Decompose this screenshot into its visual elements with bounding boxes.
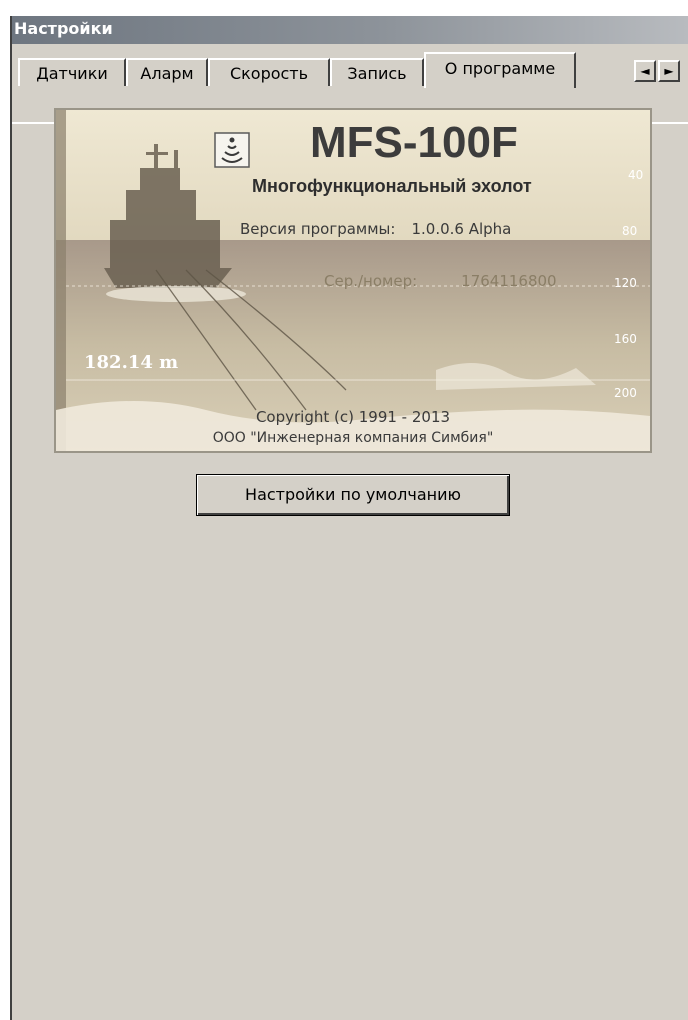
tab-recording[interactable]: Запись (330, 58, 424, 86)
depth-scale-tick: 120 (614, 276, 637, 290)
version-label: Версия программы: (240, 220, 396, 238)
about-splash-image: MFS-100F Многофункциональный эхолот Верс… (54, 108, 652, 453)
depth-scale-tick: 200 (614, 386, 637, 400)
settings-window: Настройки Датчики Аларм Скорость Запись … (10, 16, 688, 1020)
title-bar[interactable]: Настройки (12, 16, 688, 44)
serial-row: Сер./номер: 1764116800 (324, 272, 557, 290)
tab-scroll-left-button[interactable]: ◄ (634, 60, 656, 82)
depth-reading: 182.14 m (84, 352, 179, 373)
tab-speed[interactable]: Скорость (208, 58, 330, 86)
app-name: MFS-100F (310, 118, 518, 167)
window-title: Настройки (14, 19, 113, 38)
tab-scroll-right-button[interactable]: ► (658, 60, 680, 82)
company-name: ООО "Инженерная компания Симбия" (212, 430, 494, 446)
depth-scale-tick: 40 (628, 168, 644, 182)
depth-scale-tick: 160 (614, 332, 637, 346)
version-value: 1.0.0.6 Alpha (411, 220, 512, 238)
echo-sounder-icon (214, 132, 250, 168)
arrow-right-icon: ► (664, 64, 674, 78)
tab-strip: Датчики Аларм Скорость Запись О программ… (12, 52, 688, 124)
serial-value: 1764116800 (461, 272, 557, 290)
serial-label: Сер./номер: (324, 272, 418, 290)
tab-sensors[interactable]: Датчики (18, 58, 126, 86)
app-subtitle: Многофункциональный эхолот (252, 176, 532, 196)
depth-scale-tick: 80 (622, 224, 638, 238)
copyright-text: Copyright (c) 1991 - 2013 (255, 408, 451, 426)
tab-about[interactable]: О программе (424, 52, 576, 88)
version-row: Версия программы: 1.0.0.6 Alpha (240, 220, 511, 238)
restore-defaults-button[interactable]: Настройки по умолчанию (196, 474, 510, 516)
tab-alarm[interactable]: Аларм (126, 58, 208, 86)
arrow-left-icon: ◄ (640, 64, 650, 78)
